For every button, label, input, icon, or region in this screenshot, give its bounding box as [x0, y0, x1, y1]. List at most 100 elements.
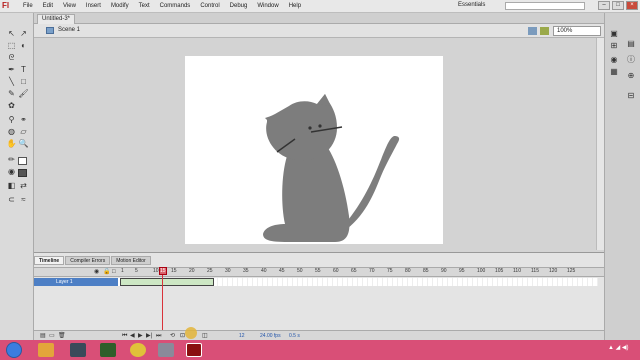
flash-app-window: Fl File Edit View Insert Modify Text Com… [0, 0, 640, 360]
help-search-input[interactable] [505, 2, 585, 10]
workspace-switcher[interactable]: Essentials [458, 2, 485, 8]
cat-drawing[interactable] [185, 56, 443, 244]
playhead[interactable] [162, 267, 163, 337]
bone-tool-icon[interactable]: ⚲ [6, 115, 17, 125]
edit-symbols-icon[interactable] [540, 27, 549, 35]
frame-rate[interactable]: 24.00 fps [260, 333, 281, 339]
menu-view[interactable]: View [58, 0, 81, 12]
step-back-icon[interactable]: ◀ [130, 333, 135, 339]
smooth-icon[interactable]: ≈ [18, 195, 29, 205]
layer-name[interactable]: Layer 1 [56, 278, 73, 286]
system-tray[interactable]: ▲ ◢ ◀) [608, 344, 629, 351]
tab-compiler-errors[interactable]: Compiler Errors [65, 256, 111, 265]
go-to-first-frame-icon[interactable]: ⏮ [122, 333, 127, 339]
library-panel-icon[interactable]: ⊞ [609, 41, 619, 51]
align-panel-icon[interactable]: ▤ [626, 39, 636, 49]
lasso-tool-icon[interactable]: ᘓ [6, 53, 17, 63]
transform-panel-icon[interactable]: ⊕ [626, 71, 636, 81]
frame-counter: 12 [239, 333, 245, 339]
tab-motion-editor[interactable]: Motion Editor [111, 256, 151, 265]
eraser-tool-icon[interactable]: ▱ [18, 127, 29, 137]
deco-tool-icon[interactable]: ✿ [6, 101, 17, 111]
info-panel-icon[interactable]: ⓘ [626, 55, 636, 65]
tween-span[interactable] [120, 278, 214, 286]
pen-tool-icon[interactable]: ✒ [6, 65, 17, 75]
menu-edit[interactable]: Edit [38, 0, 58, 12]
menu-insert[interactable]: Insert [81, 0, 106, 12]
minimize-button[interactable]: – [598, 1, 610, 10]
swatches-panel-icon[interactable]: ▦ [609, 67, 619, 77]
vertical-scrollbar[interactable] [596, 38, 604, 250]
stroke-color-swatch[interactable] [18, 157, 27, 165]
playhead-handle[interactable]: 15 [159, 267, 167, 275]
subselection-tool-icon[interactable]: ↗ [18, 29, 29, 39]
media-player-icon[interactable] [70, 343, 86, 357]
eye-icon[interactable]: ◉ [94, 269, 99, 275]
stage[interactable] [185, 56, 443, 244]
menu-help[interactable]: Help [284, 0, 306, 12]
color-panel-icon[interactable]: ◉ [609, 55, 619, 65]
play-icon[interactable]: ▶ [138, 333, 143, 339]
snap-to-objects-icon[interactable]: ⊂ [6, 195, 17, 205]
lock-icon[interactable]: 🔒 [103, 269, 110, 275]
new-layer-icon[interactable]: ▤ [40, 333, 46, 339]
flash-taskbar-icon[interactable] [186, 343, 202, 357]
menu-commands[interactable]: Commands [155, 0, 196, 12]
layer-row[interactable]: Layer 1 [34, 278, 118, 286]
menu-text[interactable]: Text [134, 0, 155, 12]
window-switcher-icon[interactable] [158, 343, 174, 357]
text-tool-icon[interactable]: T [18, 65, 29, 75]
pencil-tool-icon[interactable]: ✎ [6, 89, 17, 99]
step-forward-icon[interactable]: ▶| [146, 333, 152, 339]
flash-logo: Fl [2, 1, 10, 10]
menu-modify[interactable]: Modify [106, 0, 134, 12]
outline-icon[interactable]: □ [112, 269, 116, 275]
frame-ruler[interactable]: 1 5 10 15 20 25 30 35 40 45 50 55 60 65 … [118, 268, 598, 276]
black-white-icon[interactable]: ◧ [6, 181, 17, 191]
delete-layer-icon[interactable]: 🗑 [58, 333, 66, 339]
go-to-last-frame-icon[interactable]: ⏭ [156, 333, 161, 339]
new-folder-icon[interactable]: ▭ [49, 333, 55, 339]
selection-tool-icon[interactable]: ↖ [6, 29, 17, 39]
fill-color-swatch[interactable] [18, 169, 27, 177]
ruler-tick: 55 [315, 268, 321, 274]
ruler-tick: 20 [189, 268, 195, 274]
bind-tool-icon[interactable]: ⚭ [18, 115, 29, 125]
rectangle-tool-icon[interactable]: □ [18, 77, 29, 87]
gradient-transform-tool-icon[interactable]: ◐ [18, 41, 29, 51]
free-transform-tool-icon[interactable]: ⬚ [6, 41, 17, 51]
ruler-tick: 10 [153, 268, 159, 274]
brush-tool-icon[interactable]: 🖌 [18, 89, 29, 99]
tab-timeline[interactable]: Timeline [34, 256, 65, 265]
mouse-cursor-highlight [185, 327, 197, 339]
close-button[interactable]: × [626, 1, 638, 10]
onion-skin-icon[interactable]: ◫ [202, 333, 208, 339]
ruler-tick: 95 [459, 268, 465, 274]
hand-tool-icon[interactable]: ✋ [6, 139, 17, 149]
loop-icon[interactable]: ⟲ [170, 333, 175, 339]
menu-file[interactable]: File [18, 0, 38, 12]
ruler-tick: 40 [261, 268, 267, 274]
menu-control[interactable]: Control [195, 0, 224, 12]
paint-bucket-tool-icon[interactable]: ◍ [6, 127, 17, 137]
file-explorer-icon[interactable] [38, 343, 54, 357]
scene-label[interactable]: Scene 1 [58, 27, 80, 33]
menu-window[interactable]: Window [252, 0, 283, 12]
app-icon[interactable] [100, 343, 116, 357]
zoom-select[interactable]: 100% [553, 26, 601, 36]
stroke-color-icon[interactable]: ✏ [6, 155, 17, 165]
document-tab[interactable]: Untitled-3* [37, 14, 76, 24]
ruler-tick: 30 [225, 268, 231, 274]
maximize-button[interactable]: □ [612, 1, 624, 10]
fill-color-icon[interactable]: ◉ [6, 167, 17, 177]
edit-scene-icon[interactable] [528, 27, 537, 35]
properties-panel-icon[interactable]: ▣ [609, 29, 619, 39]
zoom-tool-icon[interactable]: 🔍 [18, 139, 29, 149]
components-panel-icon[interactable]: ⊟ [626, 91, 636, 101]
elapsed-time: 0.5 s [289, 333, 300, 339]
start-button[interactable] [6, 342, 22, 358]
swap-colors-icon[interactable]: ⇄ [18, 181, 29, 191]
line-tool-icon[interactable]: ╲ [6, 77, 17, 87]
menu-debug[interactable]: Debug [225, 0, 253, 12]
chrome-icon[interactable] [130, 343, 146, 357]
